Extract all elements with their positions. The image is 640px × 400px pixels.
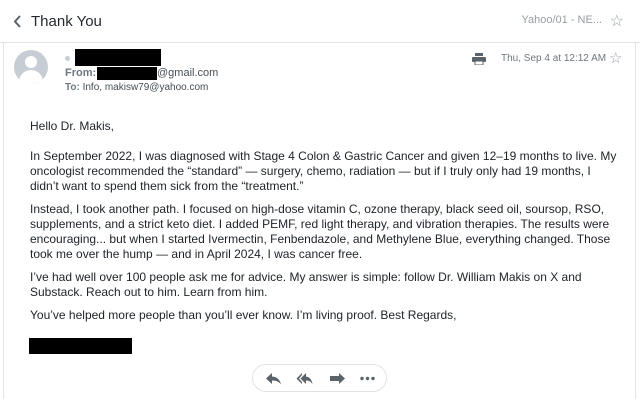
message-star-icon[interactable]: ☆ [609, 49, 622, 67]
redacted-signature [29, 338, 132, 354]
reply-icon[interactable] [265, 371, 282, 386]
greeting: Hello Dr. Makis, [30, 119, 115, 133]
redacted-sender-name [75, 49, 161, 66]
to-label: To: [65, 82, 80, 93]
paragraph-1: In September 2022, I was diagnosed with … [30, 149, 617, 193]
message-body: Hello Dr. Makis, In September 2022, I wa… [30, 119, 620, 323]
from-email-suffix[interactable]: @gmail.com [157, 67, 218, 79]
paragraph-3: I’ve had well over 100 people ask me for… [30, 270, 582, 299]
message-subject: Thank You [31, 13, 102, 30]
redacted-sender-email [97, 67, 157, 80]
paragraph-4: You’ve helped more people than you’ll ev… [30, 308, 457, 322]
to-row: To: Info, makisw79@yahoo.com [65, 82, 208, 93]
chevron-left-icon[interactable] [12, 15, 23, 28]
star-icon[interactable]: ☆ [610, 11, 624, 31]
from-label: From: [65, 67, 97, 79]
reply-all-icon[interactable] [296, 371, 313, 386]
from-row: From: [65, 67, 96, 79]
paragraph-2: Instead, I took another path. I focused … [30, 202, 611, 261]
message-date: Thu, Sep 4 at 12:12 AM [501, 53, 607, 64]
to-recipients[interactable]: Info, makisw79@yahoo.com [83, 82, 209, 93]
message-actions-bar [252, 364, 387, 392]
more-horizontal-icon[interactable] [359, 371, 376, 386]
printer-icon[interactable] [472, 53, 486, 65]
unread-dot [65, 56, 70, 61]
message-header: Thank You Yahoo/01 - NE... ☆ [0, 0, 640, 44]
folder-label[interactable]: Yahoo/01 - NE... [521, 14, 602, 26]
forward-icon[interactable] [329, 371, 346, 386]
avatar [14, 50, 48, 84]
